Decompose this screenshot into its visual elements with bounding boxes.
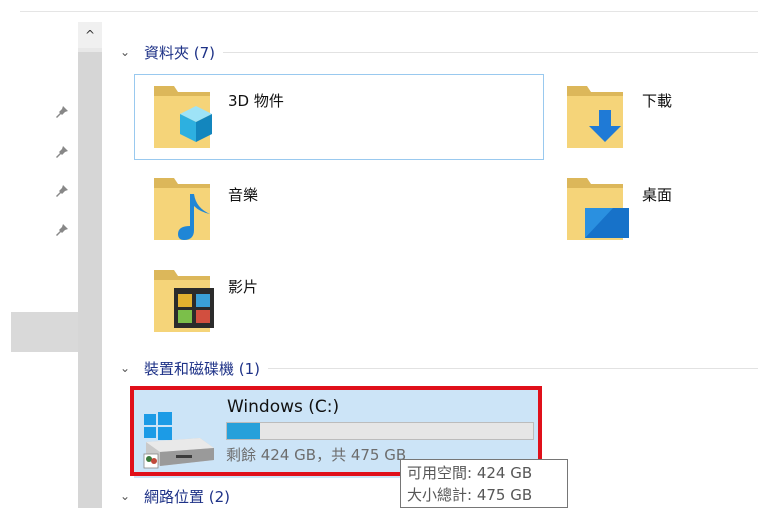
navigation-pane [0,22,78,508]
chevron-down-icon: ⌄ [120,361,131,375]
folder-label: 影片 [228,278,259,296]
tooltip-total-size: 大小總計: 475 GB [407,486,533,504]
downloads-folder-icon[interactable] [563,82,629,154]
chevron-down-icon: ⌄ [120,45,131,59]
group-title-devices: 裝置和磁碟機 (1) [144,359,261,378]
folder-label: 下載 [642,92,673,110]
group-header-devices[interactable]: ⌄ 裝置和磁碟機 (1) [120,356,758,380]
folder-label: 桌面 [642,186,673,204]
folder-label: 音樂 [228,186,259,204]
pin-icon[interactable] [55,223,69,237]
chevron-up-icon: ^ [84,28,96,42]
group-title-folders: 資料夾 (7) [144,43,216,62]
videos-folder-icon[interactable] [150,266,216,338]
group-divider [268,367,758,369]
scrollbar-thumb[interactable] [78,52,102,508]
tooltip-free-space: 可用空間: 424 GB [407,464,533,482]
pin-icon[interactable] [55,145,69,159]
pin-icon[interactable] [55,184,69,198]
group-title-network: 網路位置 (2) [144,487,231,506]
top-divider [20,11,758,12]
pin-icon[interactable] [55,105,69,119]
scroll-up-button[interactable]: ^ [78,22,102,48]
desktop-folder-icon[interactable] [563,174,629,246]
chevron-down-icon: ⌄ [120,489,131,503]
3d-objects-folder-icon [154,86,212,148]
group-divider [223,51,758,53]
group-header-folders[interactable]: ⌄ 資料夾 (7) [120,40,758,64]
nav-selected-item[interactable] [11,312,78,352]
folder-label: 3D 物件 [228,92,284,110]
music-folder-icon[interactable] [150,174,216,246]
drive-tooltip: 可用空間: 424 GB 大小總計: 475 GB [400,459,568,508]
